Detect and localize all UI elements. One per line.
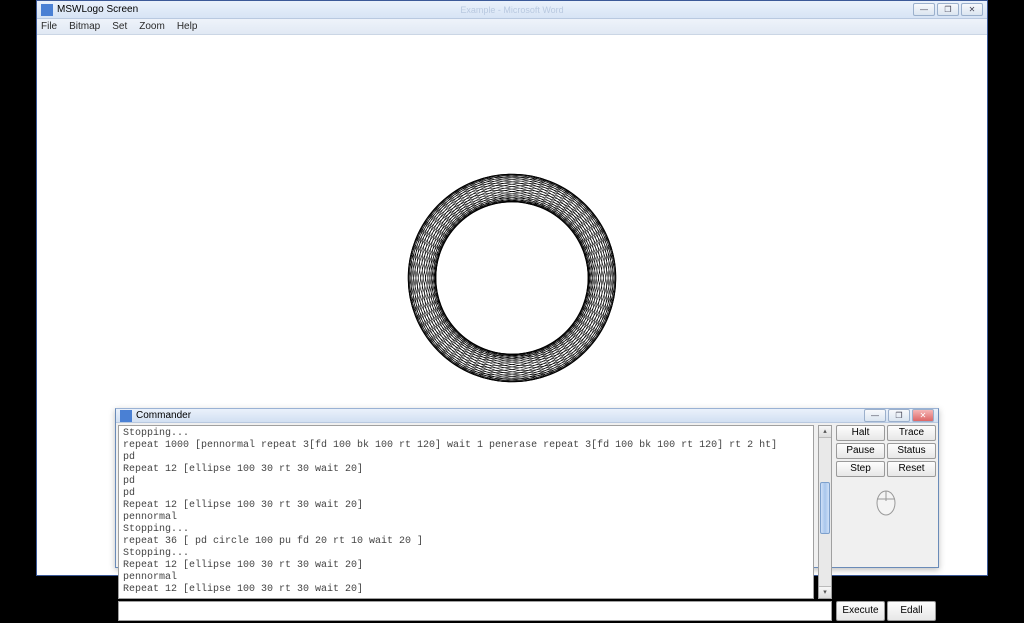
step-button[interactable]: Step xyxy=(836,461,885,477)
halt-button[interactable]: Halt xyxy=(836,425,885,441)
command-input[interactable] xyxy=(118,601,832,621)
menu-zoom[interactable]: Zoom xyxy=(139,21,165,32)
commander-minimize-button[interactable]: — xyxy=(864,409,886,422)
menu-help[interactable]: Help xyxy=(177,21,198,32)
menubar: File Bitmap Set Zoom Help xyxy=(37,19,987,35)
command-history[interactable]: Stopping... repeat 1000 [pennormal repea… xyxy=(118,425,814,599)
status-button[interactable]: Status xyxy=(887,443,936,459)
commander-icon xyxy=(120,410,132,422)
reset-button[interactable]: Reset xyxy=(887,461,936,477)
commander-close-button[interactable]: ✕ xyxy=(912,409,934,422)
history-scrollbar[interactable]: ▴ ▾ xyxy=(818,425,832,599)
edall-button[interactable]: Edall xyxy=(887,601,936,621)
commander-title: Commander xyxy=(136,410,191,421)
scroll-thumb[interactable] xyxy=(820,482,830,534)
scroll-down-icon[interactable]: ▾ xyxy=(819,586,831,598)
app-icon xyxy=(41,4,53,16)
maximize-button[interactable]: ❐ xyxy=(937,3,959,16)
scroll-track[interactable] xyxy=(819,438,831,586)
trace-button[interactable]: Trace xyxy=(887,425,936,441)
main-title: MSWLogo Screen xyxy=(57,4,138,15)
commander-maximize-button[interactable]: ❐ xyxy=(888,409,910,422)
minimize-button[interactable]: — xyxy=(913,3,935,16)
background-app-title: Example - Microsoft Word xyxy=(460,5,563,15)
scroll-up-icon[interactable]: ▴ xyxy=(819,426,831,438)
main-titlebar[interactable]: MSWLogo Screen Example - Microsoft Word … xyxy=(37,1,987,19)
commander-window: Commander — ❐ ✕ Stopping... repeat 1000 … xyxy=(115,408,939,568)
commander-titlebar[interactable]: Commander — ❐ ✕ xyxy=(116,409,938,423)
mouse-icon xyxy=(874,485,898,517)
close-button[interactable]: ✕ xyxy=(961,3,983,16)
menu-set[interactable]: Set xyxy=(112,21,127,32)
execute-button[interactable]: Execute xyxy=(836,601,885,621)
commander-side-panel: Halt Trace Pause Status Step Reset xyxy=(836,425,936,599)
pause-button[interactable]: Pause xyxy=(836,443,885,459)
menu-file[interactable]: File xyxy=(41,21,57,32)
menu-bitmap[interactable]: Bitmap xyxy=(69,21,100,32)
